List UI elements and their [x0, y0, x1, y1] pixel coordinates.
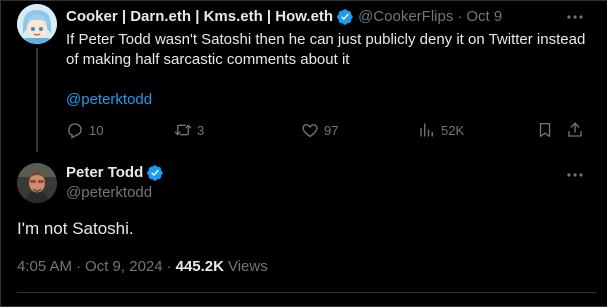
divider: [17, 292, 597, 293]
author-handle[interactable]: @peterktodd: [66, 184, 152, 202]
author-name[interactable]: Cooker | Darn.eth | Kms.eth | How.eth: [66, 8, 333, 26]
bookmark-icon: [539, 122, 551, 138]
analytics-icon: [420, 123, 433, 137]
verified-badge-icon: [146, 164, 164, 182]
views-count: 445.2K: [175, 258, 224, 275]
like-count: 97: [324, 122, 339, 138]
separator-dot: ·: [76, 258, 82, 275]
tweet-date[interactable]: Oct 9: [466, 8, 502, 26]
separator-dot: ·: [457, 8, 463, 25]
author-name[interactable]: Peter Todd: [66, 164, 143, 182]
views-button[interactable]: 52K: [418, 120, 464, 140]
views-label: Views: [227, 258, 268, 275]
parent-tweet[interactable]: Cooker | Darn.eth | Kms.eth | How.eth @C…: [0, 0, 607, 152]
share-icon: [568, 122, 582, 137]
share-button[interactable]: [566, 120, 584, 140]
separator-dot: ·: [166, 258, 172, 275]
bookmark-button[interactable]: [536, 120, 554, 140]
avatar[interactable]: [17, 163, 57, 203]
main-author-name-row: Peter Todd: [66, 164, 164, 182]
tweet-metadata: 4:05 AM · Oct 9, 2024 · 445.2K Views: [17, 258, 268, 276]
retweet-count: 3: [197, 122, 205, 138]
tweet-date[interactable]: Oct 9, 2024: [85, 258, 163, 276]
parent-tweet-header: Cooker | Darn.eth | Kms.eth | How.eth @C…: [66, 8, 502, 26]
retweet-icon: [174, 124, 192, 136]
verified-badge-icon: [336, 8, 354, 26]
thread-connector-line: [36, 48, 38, 152]
like-button[interactable]: 97: [301, 120, 338, 140]
parent-tweet-text: If Peter Todd wasn't Satoshi then he can…: [66, 31, 586, 68]
reply-icon: [68, 123, 82, 139]
more-options-icon[interactable]: [565, 7, 585, 27]
heart-icon: [302, 124, 318, 138]
view-count: 52K: [441, 122, 465, 138]
mention-link[interactable]: @peterktodd: [66, 90, 152, 110]
tweet-time[interactable]: 4:05 AM: [17, 258, 72, 276]
main-tweet-text: I'm not Satoshi.: [17, 219, 134, 238]
avatar[interactable]: [17, 4, 57, 44]
tweet-actions: 10 3 97 52K: [66, 120, 586, 140]
author-handle[interactable]: @CookerFlips: [358, 8, 453, 26]
retweet-button[interactable]: 3: [174, 120, 204, 140]
more-options-icon[interactable]: [565, 165, 585, 185]
reply-button[interactable]: 10: [66, 120, 103, 140]
reply-count: 10: [89, 122, 104, 138]
